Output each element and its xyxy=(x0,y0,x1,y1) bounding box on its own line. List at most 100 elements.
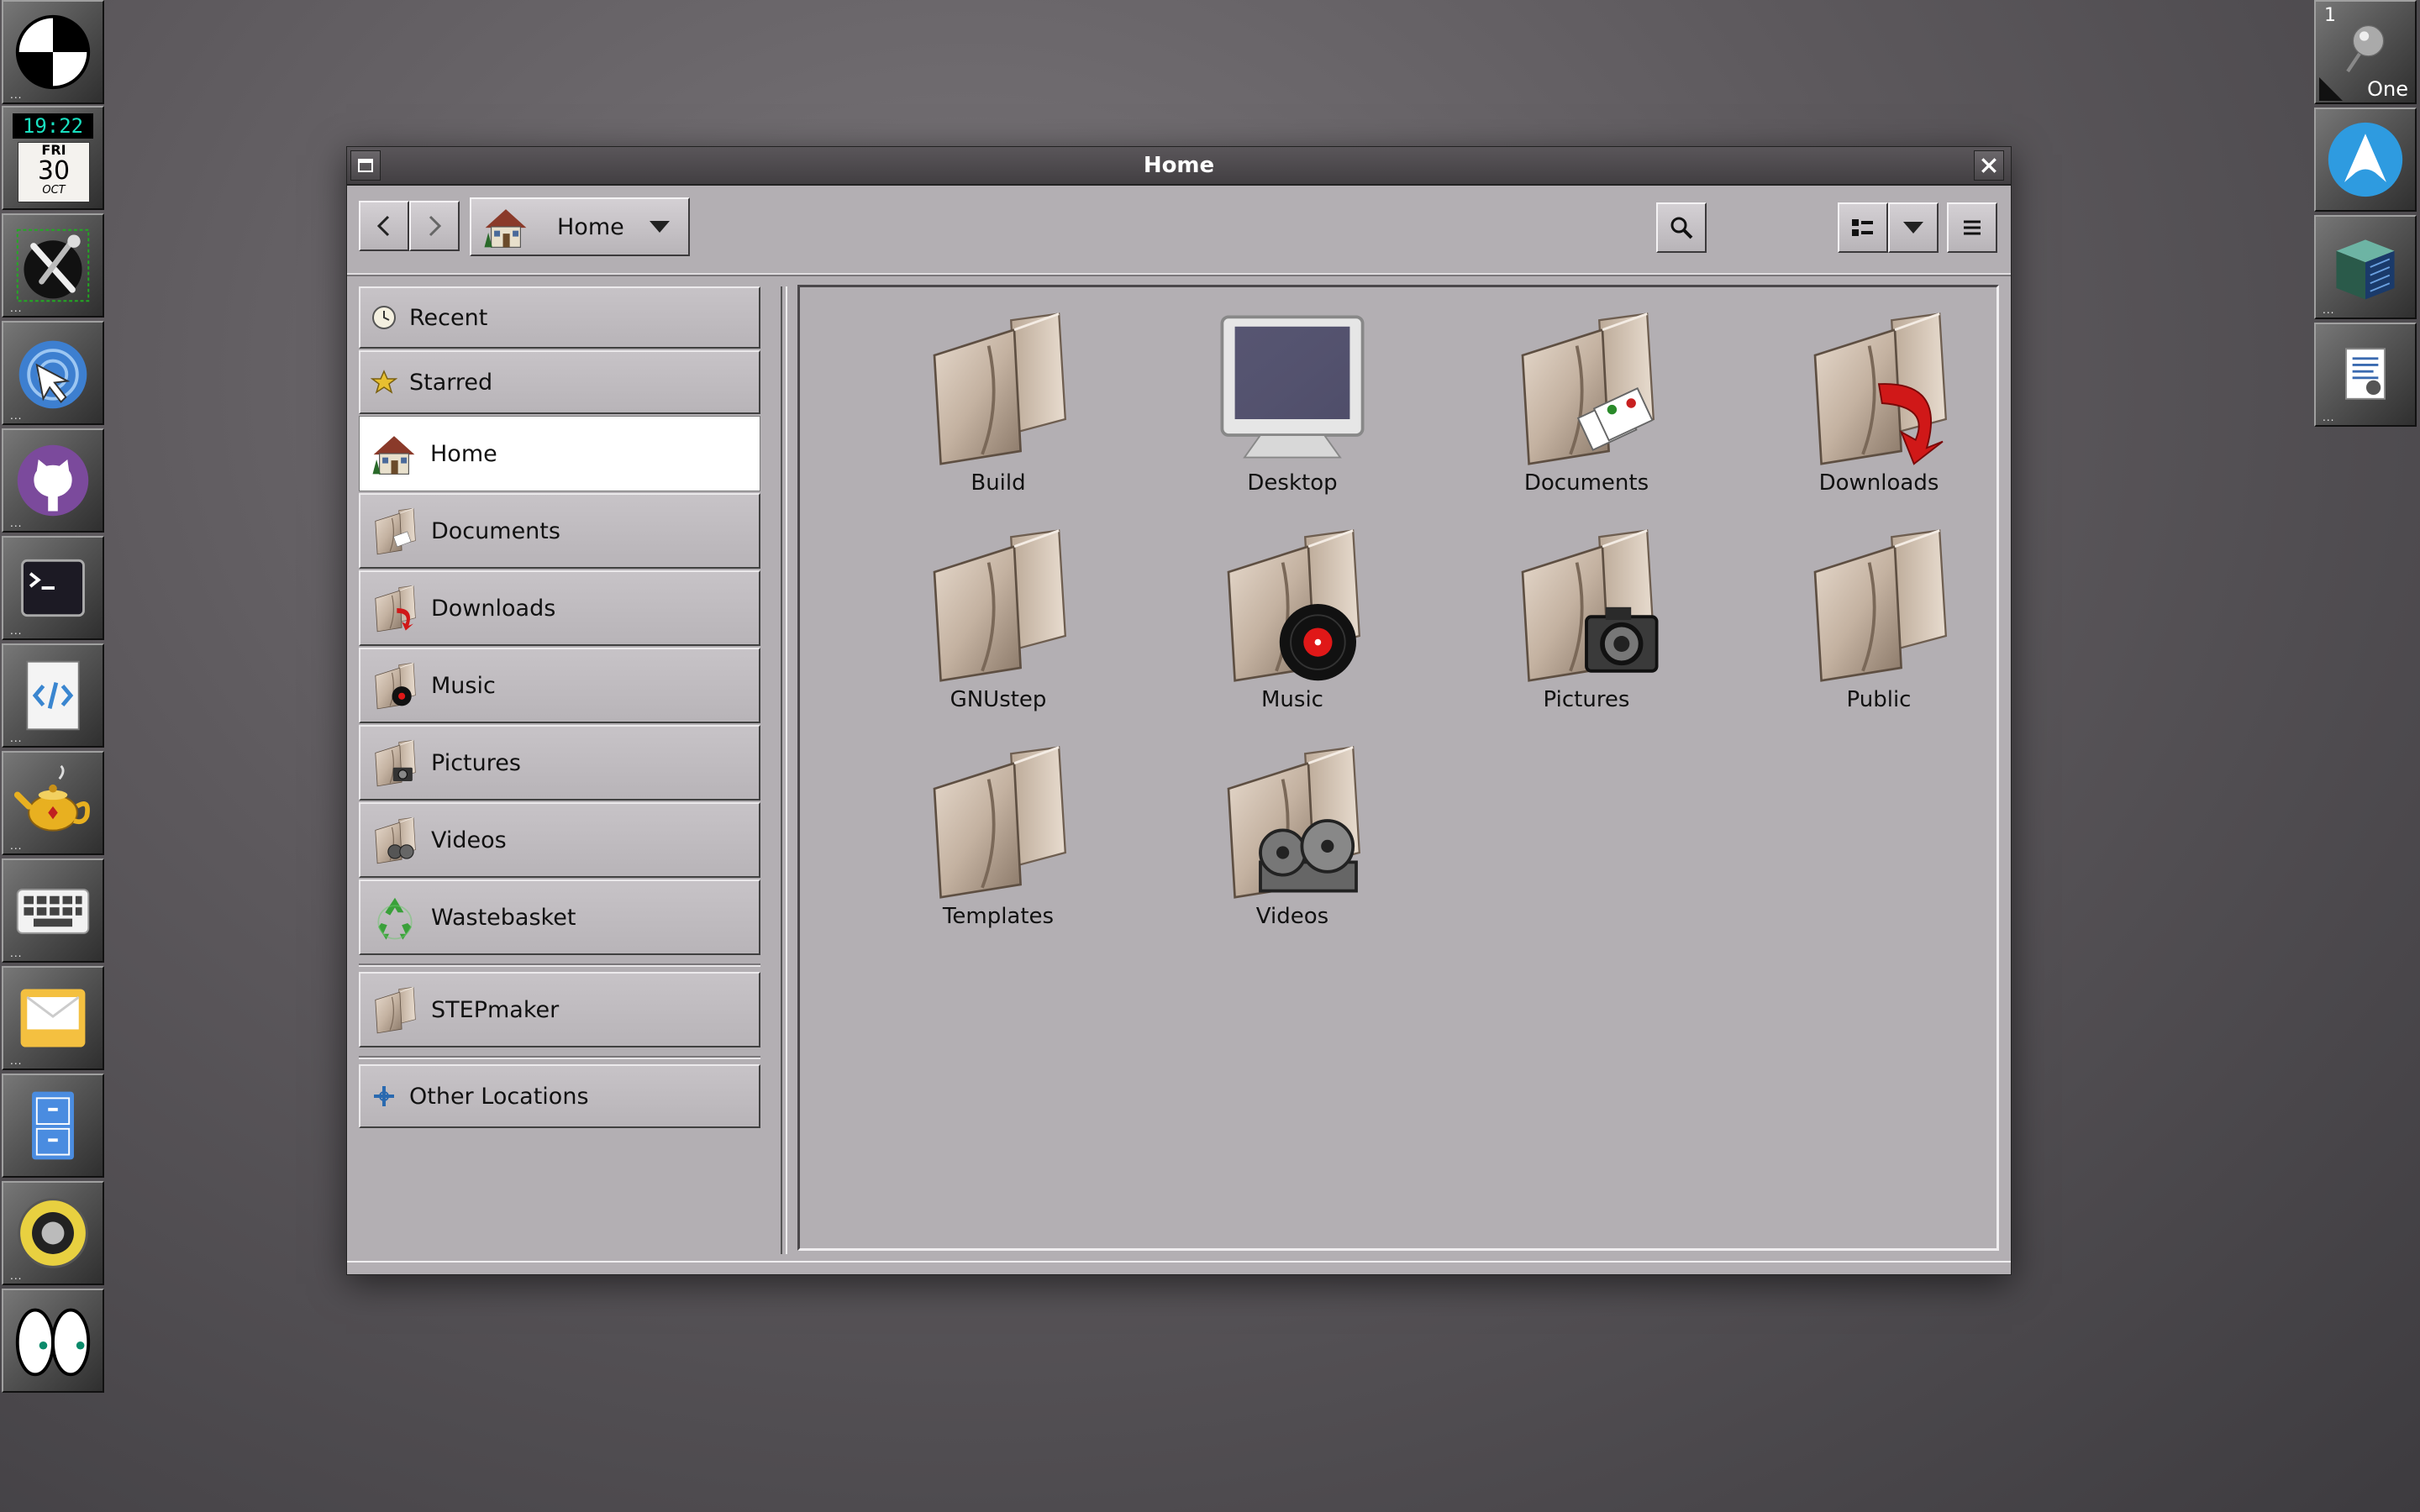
sidebar-item-home[interactable]: Home xyxy=(359,416,760,491)
workspace-number: 1 xyxy=(2324,5,2336,26)
folder-videos-icon xyxy=(371,816,419,864)
file-item-public[interactable]: Public xyxy=(1753,524,2005,726)
sidebar-separator xyxy=(359,963,760,967)
file-item-documents[interactable]: Documents xyxy=(1460,307,1712,509)
status-bar xyxy=(347,1261,2011,1274)
browser-tile[interactable]: ... xyxy=(2,321,104,425)
file-item-pictures[interactable]: Pictures xyxy=(1460,524,1712,726)
sidebar-item-recent[interactable]: Recent xyxy=(359,286,760,349)
file-item-templates[interactable]: Templates xyxy=(872,741,1124,942)
code-editor-tile[interactable]: ... xyxy=(2,643,104,748)
file-label: Downloads xyxy=(1818,470,1939,496)
cube-icon xyxy=(2336,239,2395,300)
location-label: Home xyxy=(557,213,624,240)
sidebar-item-music[interactable]: Music xyxy=(359,648,760,723)
search-button[interactable] xyxy=(1656,202,1707,253)
clock-icon xyxy=(372,306,396,329)
folder-music-icon xyxy=(371,661,419,710)
document-viewer-icon xyxy=(2345,348,2386,400)
location-button[interactable]: Home xyxy=(470,197,690,256)
file-item-build[interactable]: Build xyxy=(872,307,1124,509)
sidebar-separator xyxy=(359,1056,760,1059)
sidebar-item-starred[interactable]: Starred xyxy=(359,350,760,414)
workspace-name: One xyxy=(2367,77,2408,101)
clock-widget: 19:22 FRI 30 OCT xyxy=(9,112,97,204)
search-icon xyxy=(1670,217,1693,239)
sidebar-item-pictures[interactable]: Pictures xyxy=(359,725,760,801)
folder-icon xyxy=(918,307,1078,467)
file-item-videos[interactable]: Videos xyxy=(1166,741,1418,942)
view-options-button[interactable] xyxy=(1888,202,1939,253)
arch-logo-icon xyxy=(2328,122,2403,197)
workspace-tile[interactable]: 1 One xyxy=(2314,0,2417,104)
web-browser-icon xyxy=(18,340,87,409)
home-house-icon xyxy=(484,209,527,248)
corner-arrow-icon xyxy=(2319,77,2343,101)
cube-tile[interactable]: ... xyxy=(2314,215,2417,319)
terminal-icon xyxy=(21,559,85,617)
sidebar-item-label: STEPmaker xyxy=(431,996,560,1023)
eyes-tile[interactable] xyxy=(2,1289,104,1393)
speaker-icon xyxy=(18,1198,88,1268)
terminal-tile[interactable]: ... xyxy=(2,536,104,640)
keyboard-tile[interactable]: ... xyxy=(2,858,104,963)
code-document-icon xyxy=(26,660,80,731)
folder-icon xyxy=(918,524,1078,684)
folder-downloads-icon xyxy=(371,584,419,633)
file-item-downloads[interactable]: Downloads xyxy=(1753,307,2005,509)
chevron-left-icon xyxy=(376,215,390,237)
arch-tile[interactable] xyxy=(2314,108,2417,212)
folder-music-icon xyxy=(1213,524,1372,684)
star-icon xyxy=(371,370,397,394)
monitor-icon xyxy=(1220,315,1365,459)
folder-pictures-icon xyxy=(1507,524,1659,684)
sidebar-item-wastebasket[interactable]: Wastebasket xyxy=(359,879,760,955)
chevron-right-icon xyxy=(429,215,442,237)
mail-tile[interactable]: ... xyxy=(2,966,104,1070)
file-item-gnustep[interactable]: GNUstep xyxy=(872,524,1124,726)
gnustep-logo-icon xyxy=(15,14,91,90)
file-item-music[interactable]: Music xyxy=(1166,524,1418,726)
file-label: Music xyxy=(1261,687,1323,712)
close-button[interactable] xyxy=(1974,150,2004,181)
clock-tile[interactable]: 19:22 FRI 30 OCT xyxy=(2,106,104,210)
sidebar-item-label: Videos xyxy=(431,827,507,853)
file-item-desktop[interactable]: Desktop xyxy=(1166,307,1418,509)
window-title: Home xyxy=(1143,153,1215,178)
sidebar-item-label: Home xyxy=(430,440,497,467)
filer-tile[interactable] xyxy=(2,1074,104,1178)
sidebar-item-label: Recent xyxy=(409,304,488,331)
teapot-tile[interactable]: ... xyxy=(2,751,104,855)
document-viewer-tile[interactable]: ... xyxy=(2314,323,2417,427)
forward-button[interactable] xyxy=(409,201,460,251)
sidebar-item-other-locations[interactable]: Other Locations xyxy=(359,1064,760,1128)
preferences-tools-icon xyxy=(16,228,90,302)
speaker-tile[interactable]: ... xyxy=(2,1181,104,1285)
folder-pictures-icon xyxy=(371,738,419,787)
back-button[interactable] xyxy=(359,201,409,251)
keyboard-icon xyxy=(16,889,90,934)
folder-icon xyxy=(918,741,1078,900)
file-label: Build xyxy=(971,470,1026,496)
recycle-icon xyxy=(377,897,413,940)
teapot-icon xyxy=(13,764,90,832)
home-house-icon xyxy=(372,436,415,475)
file-label: Documents xyxy=(1523,470,1649,496)
file-label: Pictures xyxy=(1543,687,1630,712)
pin-icon xyxy=(2346,24,2385,73)
pane-divider[interactable] xyxy=(781,286,787,1254)
sidebar-item-downloads[interactable]: Downloads xyxy=(359,570,760,646)
window-titlebar[interactable]: Home xyxy=(347,147,2011,186)
github-icon xyxy=(17,444,89,517)
menu-button[interactable] xyxy=(1947,202,1997,253)
view-mode-button[interactable] xyxy=(1838,202,1888,253)
hamburger-menu-icon xyxy=(1964,220,1981,235)
sidebar-item-documents[interactable]: Documents xyxy=(359,493,760,569)
folder-videos-icon xyxy=(1213,741,1372,900)
preferences-tile[interactable]: ... xyxy=(2,213,104,318)
github-tile[interactable]: ... xyxy=(2,428,104,533)
gnustep-logo-tile[interactable]: ... xyxy=(2,0,104,104)
sidebar-item-videos[interactable]: Videos xyxy=(359,802,760,878)
folder-icon xyxy=(371,985,419,1034)
sidebar-item-stepmaker[interactable]: STEPmaker xyxy=(359,972,760,1047)
